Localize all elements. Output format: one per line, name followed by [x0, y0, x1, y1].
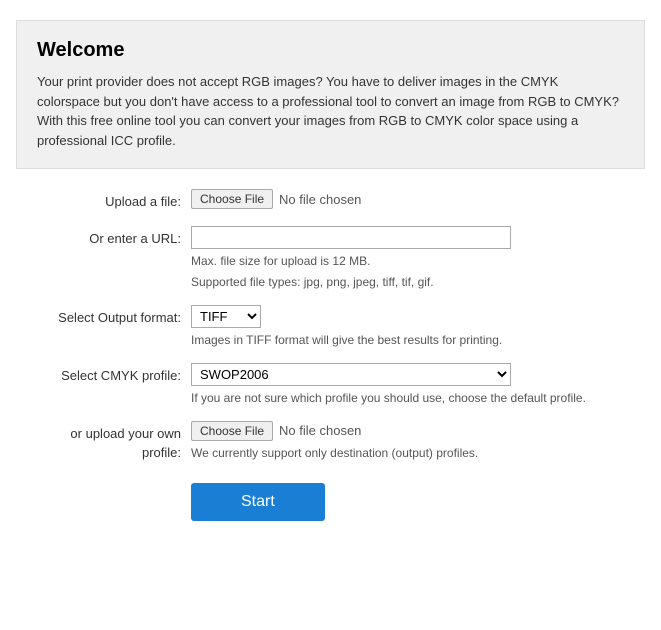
own-profile-row: or upload your own profile: Choose File …	[16, 421, 645, 463]
upload-label: Upload a file:	[16, 189, 191, 212]
cmyk-control: SWOP2006 ISOcoated_v2 USWebCoatedSWOP Eu…	[191, 363, 645, 407]
cmyk-hint: If you are not sure which profile you sh…	[191, 389, 645, 407]
hint-types: Supported file types: jpg, png, jpeg, ti…	[191, 273, 645, 291]
upload-file-row: Upload a file: Choose File No file chose…	[16, 189, 645, 212]
own-no-file-text: No file chosen	[279, 423, 361, 438]
own-profile-label: or upload your own profile:	[16, 421, 191, 463]
url-row: Or enter a URL: Max. file size for uploa…	[16, 226, 645, 291]
file-input-wrapper: Choose File No file chosen	[191, 189, 645, 209]
welcome-text: Your print provider does not accept RGB …	[37, 72, 624, 150]
start-button[interactable]: Start	[191, 483, 325, 521]
no-file-text: No file chosen	[279, 192, 361, 207]
cmyk-profile-row: Select CMYK profile: SWOP2006 ISOcoated_…	[16, 363, 645, 407]
start-row: Start	[16, 477, 645, 521]
welcome-box: Welcome Your print provider does not acc…	[16, 20, 645, 169]
own-file-input-wrapper: Choose File No file chosen	[191, 421, 645, 441]
own-profile-control: Choose File No file chosen We currently …	[191, 421, 645, 462]
hint-size: Max. file size for upload is 12 MB.	[191, 252, 645, 270]
output-format-select[interactable]: TIFF JPEG PNG	[191, 305, 261, 328]
url-label: Or enter a URL:	[16, 226, 191, 249]
upload-control: Choose File No file chosen	[191, 189, 645, 209]
output-hint: Images in TIFF format will give the best…	[191, 331, 645, 349]
output-format-control: TIFF JPEG PNG Images in TIFF format will…	[191, 305, 645, 349]
form-area: Upload a file: Choose File No file chose…	[0, 189, 661, 537]
url-input[interactable]	[191, 226, 511, 249]
own-choose-file-button[interactable]: Choose File	[191, 421, 273, 441]
own-hint: We currently support only destination (o…	[191, 444, 645, 462]
welcome-title: Welcome	[37, 39, 624, 62]
cmyk-profile-select[interactable]: SWOP2006 ISOcoated_v2 USWebCoatedSWOP Eu…	[191, 363, 511, 386]
url-control: Max. file size for upload is 12 MB. Supp…	[191, 226, 645, 291]
choose-file-button[interactable]: Choose File	[191, 189, 273, 209]
cmyk-label: Select CMYK profile:	[16, 363, 191, 386]
output-format-label: Select Output format:	[16, 305, 191, 328]
output-format-row: Select Output format: TIFF JPEG PNG Imag…	[16, 305, 645, 349]
